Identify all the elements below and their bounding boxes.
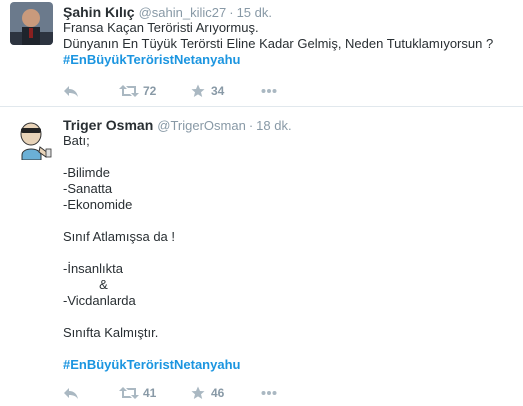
- retweet-button[interactable]: 41: [119, 386, 191, 400]
- tweet-line: [63, 149, 513, 165]
- tweet-line: Batı;: [63, 133, 90, 148]
- separator-dot: ·: [229, 5, 234, 20]
- more-button[interactable]: [261, 88, 277, 94]
- favorite-count: 46: [211, 386, 225, 400]
- tweet-line: [63, 341, 513, 357]
- favorite-count: 34: [211, 84, 225, 98]
- tweet-time[interactable]: 18 dk.: [256, 118, 291, 133]
- retweet-count: 41: [143, 386, 157, 400]
- tweet[interactable]: Şahin Kılıç @sahin_kilic27 · 15 dk. Fransa …: [0, 0, 523, 107]
- tweet-line: -Ekonomide: [63, 197, 133, 212]
- tweet-text: Batı; -Bilimde -Sanatta -Ekonomide Sınıf…: [63, 133, 513, 373]
- separator-dot: ·: [248, 118, 254, 133]
- author-name[interactable]: Triger Osman: [63, 117, 153, 133]
- tweet-line: &: [63, 277, 108, 292]
- avatar[interactable]: [10, 2, 53, 45]
- tweet-line: -Sanatta: [63, 181, 113, 196]
- reply-button[interactable]: [63, 386, 119, 400]
- star-icon: [191, 84, 205, 98]
- tweet-time[interactable]: 15 dk.: [237, 5, 272, 20]
- retweet-icon: [119, 386, 139, 400]
- tweet-content: Şahin Kılıç @sahin_kilic27 · 15 dk. Fransa …: [63, 4, 513, 68]
- favorite-button[interactable]: 34: [191, 84, 261, 98]
- favorite-button[interactable]: 46: [191, 386, 261, 400]
- tweet-line: Sınıf Atlamışsa da !: [63, 229, 175, 244]
- hashtag-link[interactable]: #EnBüyükTeröristNetanyahu: [63, 357, 513, 373]
- retweet-icon: [119, 84, 139, 98]
- avatar[interactable]: [10, 117, 53, 160]
- tweet-line: -İnsanlıkta: [63, 261, 123, 276]
- reply-button[interactable]: [63, 84, 119, 98]
- retweet-count: 72: [143, 84, 157, 98]
- tweet-content: Triger Osman @TrigerOsman · 18 dk. Batı; -B…: [63, 117, 513, 373]
- tweet-header: Triger Osman @TrigerOsman · 18 dk.: [63, 117, 513, 133]
- tweet-actions: 41 46: [63, 385, 277, 401]
- author-username[interactable]: @TrigerOsman: [157, 118, 246, 133]
- star-icon: [191, 386, 205, 400]
- hashtag-link[interactable]: #EnBüyükTeröristNetanyahu: [63, 52, 513, 68]
- tweet-header: Şahin Kılıç @sahin_kilic27 · 15 dk.: [63, 4, 513, 20]
- reply-icon: [63, 386, 79, 400]
- tweet-line: -Bilimde: [63, 165, 110, 180]
- tweet-line: Dünyanın En Tüyük Terörsti Eline Kadar G…: [63, 36, 494, 51]
- tweet-text: Fransa Kaçan Teröristi Arıyormuş. Dünyan…: [63, 20, 513, 68]
- more-icon: [261, 390, 277, 396]
- tweet[interactable]: Triger Osman @TrigerOsman · 18 dk. Batı; -B…: [0, 107, 523, 406]
- tweet-line: [63, 309, 513, 325]
- reply-icon: [63, 84, 79, 98]
- retweet-button[interactable]: 72: [119, 84, 191, 98]
- tweet-line: Sınıfta Kalmıştır.: [63, 325, 159, 340]
- more-icon: [261, 88, 277, 94]
- author-name[interactable]: Şahin Kılıç: [63, 4, 135, 20]
- tweet-actions: 72 34: [63, 83, 277, 99]
- tweet-line: [63, 245, 513, 261]
- more-button[interactable]: [261, 390, 277, 396]
- tweet-line: [63, 213, 513, 229]
- tweet-line: -Vicdanlarda: [63, 293, 136, 308]
- tweet-line: Fransa Kaçan Teröristi Arıyormuş.: [63, 20, 259, 35]
- author-username[interactable]: @sahin_kilic27: [139, 5, 227, 20]
